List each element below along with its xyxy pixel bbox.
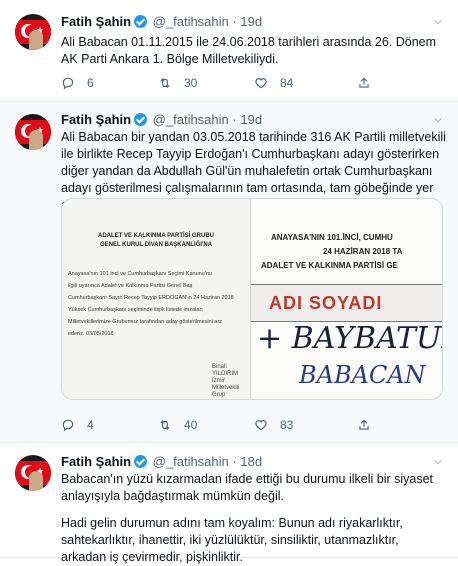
doc-line: 24 HAZİRAN 2018 TA (323, 247, 403, 256)
avatar[interactable]: ★ (15, 14, 51, 50)
share-button[interactable] (357, 76, 371, 90)
like-button[interactable]: 83 (254, 418, 293, 432)
reply-count: 4 (87, 418, 94, 432)
heart-icon (255, 78, 267, 89)
verified-icon (134, 455, 148, 468)
handwritten-name: + BAYBATUR (257, 321, 442, 356)
doc-signature: Binali YILDIRIM İzmir Milletvekili Grup … (212, 364, 240, 398)
more-chevron-icon[interactable]: ⌵ (434, 16, 442, 27)
share-button[interactable] (357, 418, 371, 432)
like-count: 83 (280, 418, 294, 432)
more-chevron-icon[interactable]: ⌵ (434, 456, 442, 467)
separator: · (232, 112, 237, 127)
retweet-button[interactable]: 30 (158, 76, 197, 90)
verified-icon (134, 15, 148, 28)
reply-button[interactable]: 4 (61, 418, 94, 432)
tweet-actions: 6 30 84 (61, 76, 431, 92)
separator: · (232, 454, 237, 469)
more-chevron-icon[interactable]: ⌵ (434, 114, 442, 125)
tweet-media[interactable]: ADALET VE KALKINMA PARTİSİ GRUBU GENEL K… (61, 198, 443, 400)
heart-icon (255, 420, 267, 431)
tweet-actions: 4 40 83 (61, 418, 431, 434)
retweet-icon (160, 78, 170, 88)
doc-line: Anayasa'nın 101 inci ve Cumhurbaşkanı Se… (68, 271, 212, 277)
retweet-count: 40 (184, 418, 198, 432)
share-icon (359, 77, 369, 88)
author-handle[interactable]: @_fatihsahin (153, 14, 229, 29)
reply-icon (62, 419, 74, 432)
avatar[interactable]: ★ (15, 114, 51, 150)
like-button[interactable]: 84 (254, 76, 293, 90)
name-column-header: ADI SOYADI (269, 293, 383, 313)
reply-icon (62, 77, 74, 90)
doc-subtitle: GENEL KURUL DİVAN BAŞKANLIĞI'NA (99, 242, 213, 248)
author-name[interactable]: Fatih Şahin (61, 454, 131, 469)
author-name[interactable]: Fatih Şahin (61, 112, 131, 127)
doc-title: ADALET VE KALKINMA PARTİSİ GRUBU (98, 233, 214, 239)
author-handle[interactable]: @_fatihsahin (153, 454, 229, 469)
share-icon (359, 419, 369, 430)
author-handle[interactable]: @_fatihsahin (153, 112, 229, 127)
doc-line: ANAYASA'NIN 101.İNCİ, CUMHU (271, 233, 393, 242)
document-image-right[interactable]: ANAYASA'NIN 101.İNCİ, CUMHU 24 HAZİRAN 2… (251, 199, 442, 399)
doc-line: ederiz. 03/05/2018 (68, 331, 114, 337)
timestamp[interactable]: 19d (240, 14, 262, 29)
doc-line: Yüksek Cumhurbaşkanı seçiminde ilişik li… (68, 307, 203, 313)
doc-line: Cumhurbaşkanı Sayın Recep Tayyip ERDOĞAN… (68, 295, 234, 301)
tweet-text-para: Hadi gelin durumun adını tam koyalım: Bu… (61, 516, 403, 564)
doc-line: ADALET VE KALKINMA PARTİSİ GE (261, 261, 398, 270)
reply-button[interactable]: 6 (61, 76, 94, 90)
tweet[interactable]: ★ Fatih Şahin @_fatihsahin · 19d ⌵ Ali B… (0, 0, 458, 102)
tweet[interactable]: ★ Fatih Şahin @_fatihsahin · 19d ⌵ Ali B… (0, 102, 458, 443)
reply-count: 6 (87, 76, 94, 90)
author-name[interactable]: Fatih Şahin (61, 14, 131, 29)
avatar[interactable]: ★ (15, 455, 51, 491)
retweet-icon (160, 420, 170, 430)
tweet-text-para: Babacan'ın yüzü kızarmadan ifade ettiği … (61, 472, 434, 503)
verified-icon (134, 113, 148, 126)
retweet-count: 30 (184, 76, 198, 90)
timestamp[interactable]: 18d (240, 454, 262, 469)
tweet[interactable]: ★ Fatih Şahin @_fatihsahin · 18d ⌵ Babac… (0, 443, 458, 564)
tweet-header: Fatih Şahin @_fatihsahin · 19d (61, 14, 262, 30)
separator: · (232, 14, 237, 29)
tweet-text: Ali Babacan 01.11.2015 ile 24.06.2018 ta… (61, 34, 446, 68)
doc-line: ilgili uyarınca Adalet ve Kalkınma Parti… (68, 283, 193, 289)
handwritten-name: BABACAN (299, 361, 426, 389)
tweet-text: Babacan'ın yüzü kızarmadan ifade ettiği … (61, 471, 446, 566)
doc-line: Milletvekillerimize Grubumuz tarafından … (68, 319, 223, 325)
tweet-header: Fatih Şahin @_fatihsahin · 18d (61, 454, 262, 470)
retweet-button[interactable]: 40 (158, 418, 197, 432)
like-count: 84 (280, 76, 294, 90)
document-image-left[interactable]: ADALET VE KALKINMA PARTİSİ GRUBU GENEL K… (62, 199, 250, 399)
tweet-header: Fatih Şahin @_fatihsahin · 19d (61, 112, 262, 128)
timestamp[interactable]: 19d (240, 112, 262, 127)
tweet-text-para: Ali Babacan 01.11.2015 ile 24.06.2018 ta… (61, 35, 437, 66)
